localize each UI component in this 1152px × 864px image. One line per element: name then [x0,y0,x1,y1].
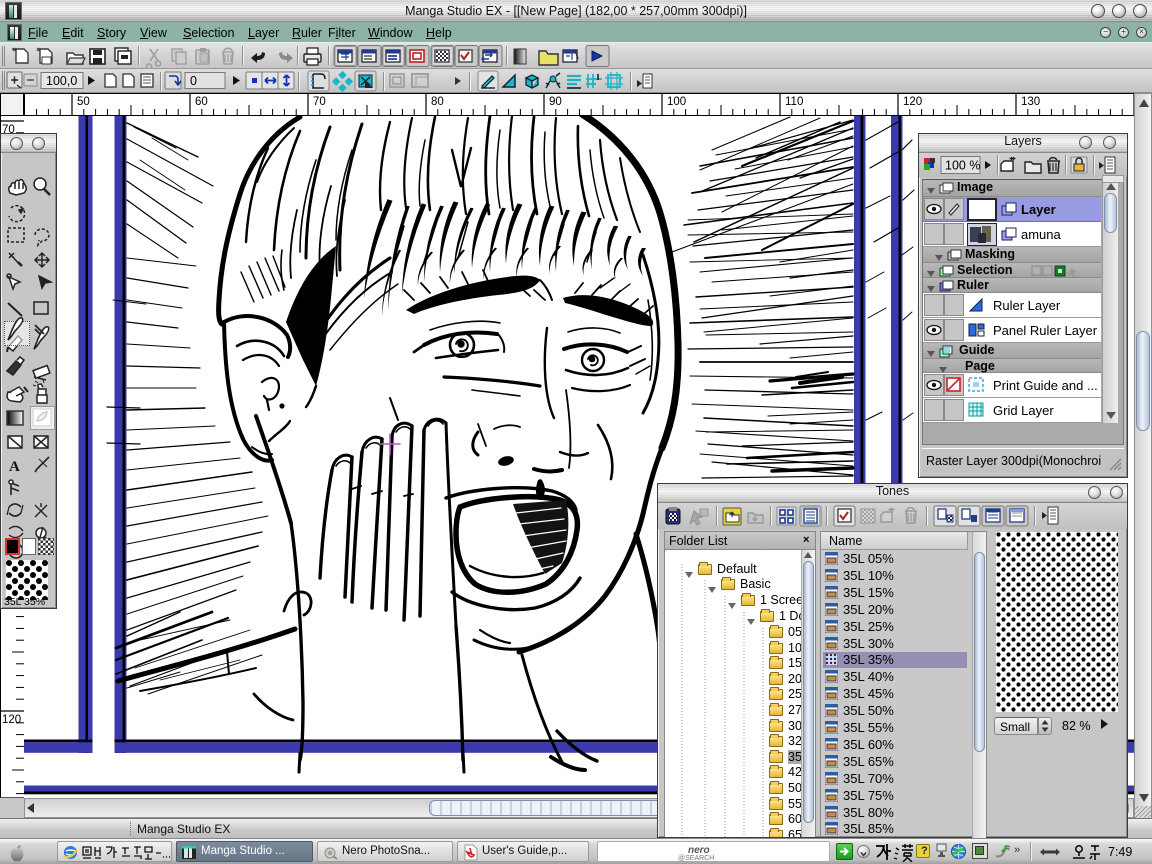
svg-text:50: 50 [77,96,90,108]
svg-text:0: 0 [190,74,197,88]
svg-text:130: 130 [1021,96,1040,108]
svg-text:120: 120 [903,96,922,108]
svg-text:90: 90 [549,96,562,108]
svg-text:120: 120 [2,714,21,726]
svg-text:@SEARCH: @SEARCH [678,855,714,862]
svg-text:80: 80 [431,96,444,108]
svg-text:100 %: 100 % [945,159,980,173]
svg-text:100: 100 [667,96,686,108]
svg-text:110: 110 [785,96,803,108]
svg-text:100,0: 100,0 [46,74,77,88]
svg-text:70: 70 [313,96,326,108]
svg-text:60: 60 [195,96,208,108]
